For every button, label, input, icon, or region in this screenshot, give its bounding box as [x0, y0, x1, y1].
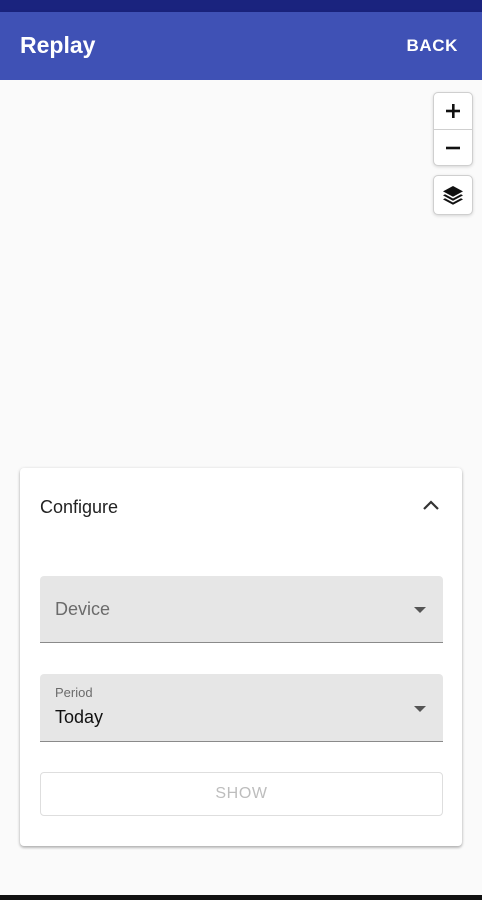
- zoom-out-button[interactable]: [434, 129, 472, 165]
- plus-icon: [446, 104, 460, 118]
- dropdown-arrow-icon: [414, 607, 426, 613]
- status-bar: [0, 0, 482, 12]
- period-select[interactable]: Period Today: [40, 674, 443, 742]
- app-bar: Replay BACK: [0, 12, 482, 80]
- chevron-up-icon[interactable]: [422, 498, 440, 512]
- system-nav-bar: [0, 895, 482, 900]
- period-value: Today: [55, 707, 104, 727]
- period-label: Period: [55, 685, 93, 700]
- configure-panel: Configure Device Period Today SHOW: [20, 468, 462, 846]
- device-select[interactable]: Device: [40, 576, 443, 643]
- layers-icon: [443, 186, 463, 205]
- minus-icon: [446, 146, 460, 150]
- panel-title: Configure: [40, 497, 119, 517]
- show-button[interactable]: SHOW: [40, 772, 443, 816]
- page-title: Replay: [20, 32, 96, 58]
- back-button[interactable]: BACK: [406, 36, 458, 56]
- zoom-control: [433, 92, 473, 166]
- layers-button[interactable]: [433, 175, 473, 215]
- zoom-in-button[interactable]: [434, 93, 472, 129]
- dropdown-arrow-icon: [414, 706, 426, 712]
- device-placeholder: Device: [55, 599, 111, 619]
- configure-panel-header[interactable]: Configure: [20, 468, 462, 544]
